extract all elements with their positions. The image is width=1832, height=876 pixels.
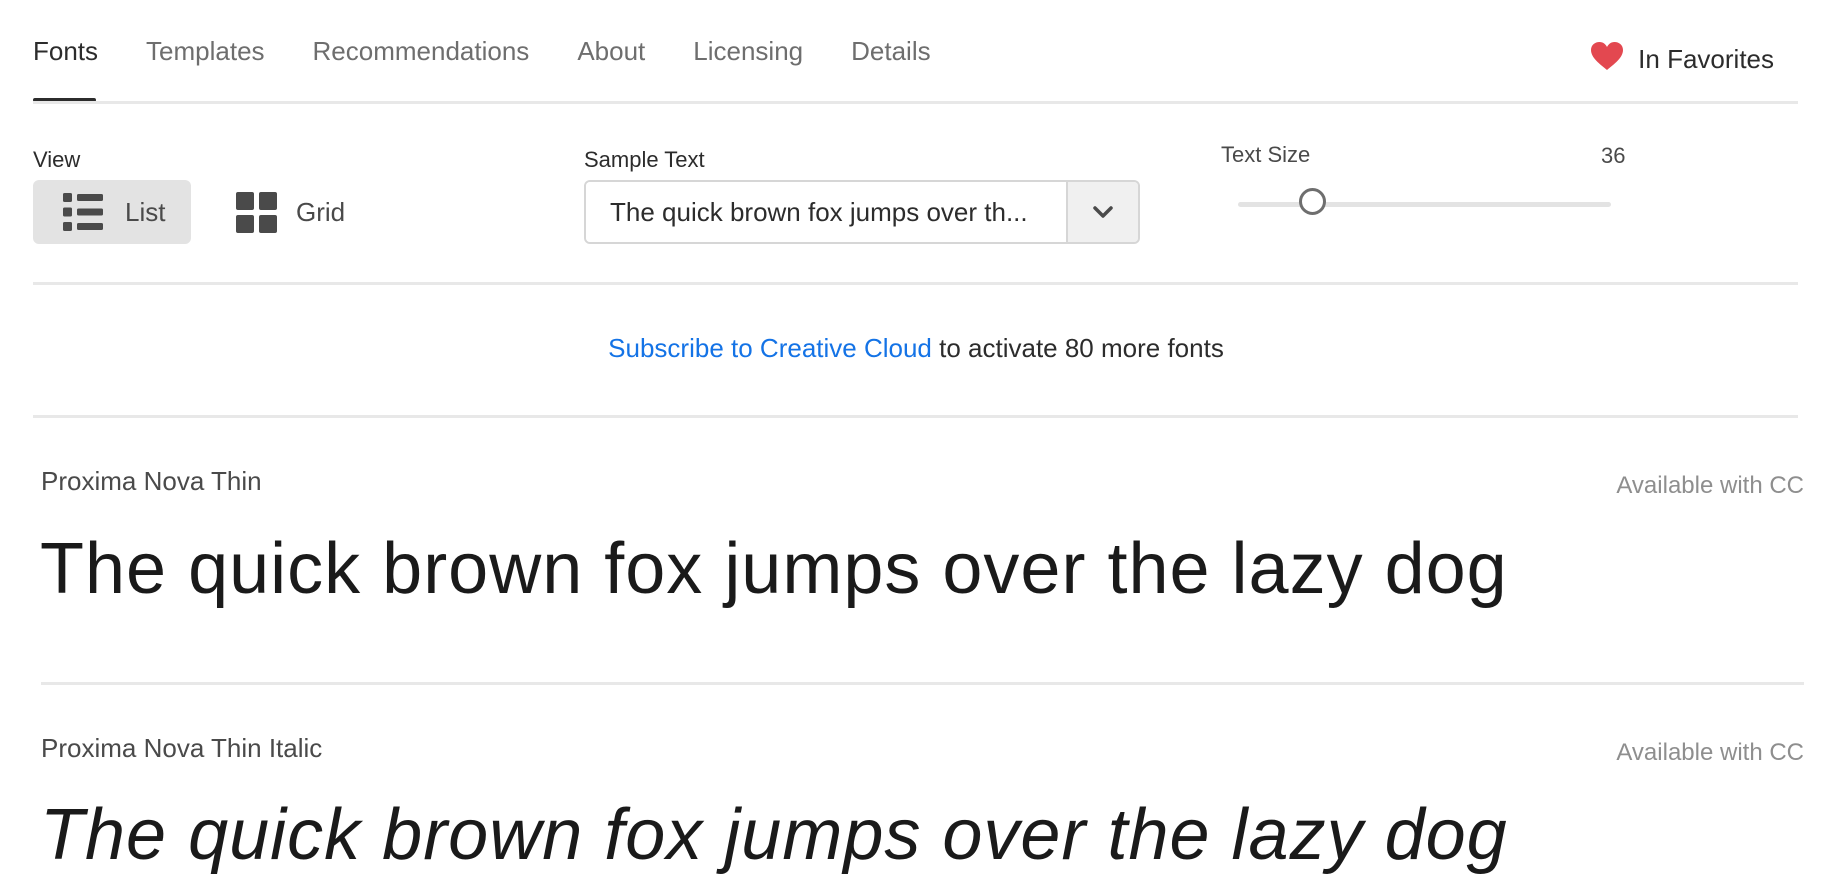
font-name-proxima-nova-thin: Proxima Nova Thin bbox=[41, 466, 262, 496]
heart-icon bbox=[1590, 41, 1624, 78]
grid-icon bbox=[236, 191, 277, 233]
view-label: View bbox=[33, 147, 81, 172]
font-name-proxima-nova-thin-italic: Proxima Nova Thin Italic bbox=[41, 733, 323, 763]
subscribe-link[interactable]: Subscribe to Creative Cloud bbox=[608, 333, 932, 363]
font-sample-proxima-nova-thin-italic: The quick brown fox jumps over the lazy … bbox=[40, 795, 1508, 875]
list-view-label: List bbox=[125, 196, 166, 227]
font-sample-proxima-nova-thin: The quick brown fox jumps over the lazy … bbox=[40, 529, 1508, 609]
tab-recommendations[interactable]: Recommendations bbox=[313, 36, 530, 67]
text-size-label: Text Size bbox=[1221, 142, 1311, 167]
subscribe-banner: Subscribe to Creative Cloud to activate … bbox=[0, 333, 1832, 364]
subscribe-divider bbox=[33, 415, 1798, 418]
tabs-divider bbox=[33, 101, 1798, 104]
favorites-button[interactable]: In Favorites bbox=[1590, 41, 1774, 78]
list-icon bbox=[63, 192, 103, 232]
text-size-slider-thumb[interactable] bbox=[1299, 188, 1327, 215]
font-family-tabs: Fonts Templates Recommendations About Li… bbox=[33, 36, 931, 67]
tab-details[interactable]: Details bbox=[851, 36, 930, 67]
tab-licensing[interactable]: Licensing bbox=[693, 36, 803, 67]
text-size-value: 36 bbox=[1601, 143, 1626, 168]
sample-text-combobox bbox=[584, 180, 1140, 244]
sample-text-dropdown-button[interactable] bbox=[1066, 182, 1138, 242]
text-size-slider[interactable] bbox=[1238, 188, 1611, 215]
tab-about[interactable]: About bbox=[577, 36, 645, 67]
sample-text-label: Sample Text bbox=[584, 147, 705, 172]
tab-templates[interactable]: Templates bbox=[146, 36, 265, 67]
availability-badge: Available with CC bbox=[1616, 739, 1804, 766]
grid-view-button[interactable]: Grid bbox=[236, 180, 376, 244]
favorites-label: In Favorites bbox=[1638, 44, 1774, 74]
list-view-button[interactable]: List bbox=[33, 180, 191, 244]
chevron-down-icon bbox=[1093, 205, 1113, 219]
controls-divider bbox=[33, 282, 1798, 285]
font-row-divider bbox=[41, 682, 1804, 685]
availability-badge: Available with CC bbox=[1616, 472, 1804, 499]
tab-fonts[interactable]: Fonts bbox=[33, 36, 98, 67]
sample-text-input[interactable] bbox=[586, 182, 1066, 242]
subscribe-message: to activate 80 more fonts bbox=[931, 333, 1224, 363]
grid-view-label: Grid bbox=[296, 196, 346, 227]
